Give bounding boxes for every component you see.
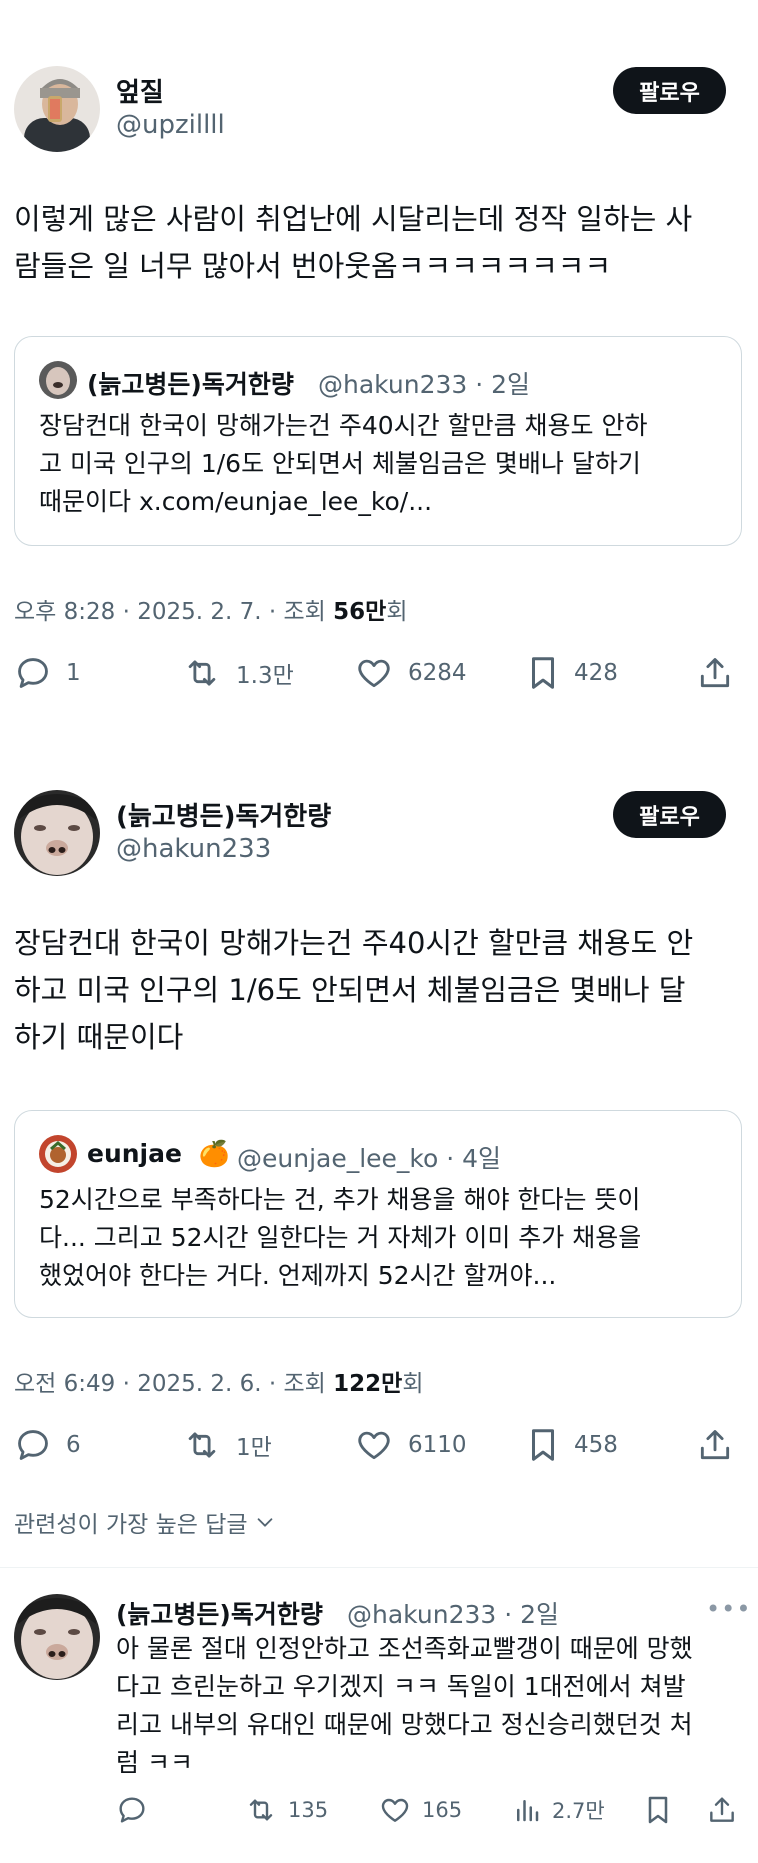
reply-button[interactable]: 1 (14, 654, 81, 692)
author-handle[interactable]: @upzillll (116, 110, 225, 140)
retweet-button[interactable]: 1만 (182, 1426, 272, 1464)
retweet-button[interactable]: 1.3만 (182, 654, 294, 692)
bookmark-icon (648, 1796, 668, 1824)
quote-author-handle: @eunjae_lee_ko · 4일 (237, 1144, 502, 1173)
reply-icon (119, 1797, 145, 1823)
quote-author-name: (늙고병든)독거한량 (87, 370, 294, 399)
quote-text: 장담컨대 한국이 망해가는건 주40시간 할만큼 채용도 안하 고 미국 인구의… (39, 411, 648, 516)
share-button[interactable] (696, 654, 734, 692)
quote-text: 52시간으로 부족하다는 건, 추가 채용을 해야 한다는 뜻이 다... 그리… (39, 1185, 642, 1290)
quote-avatar (39, 361, 77, 399)
timestamp: 오전 6:49 · 2025. 2. 6. · 조회 (14, 1371, 334, 1397)
bookmark-icon (531, 1429, 555, 1461)
quote-name-text: eunjae (87, 1139, 182, 1168)
tweet-text: 이렇게 많은 사람이 취업난에 시달리는데 정작 일하는 사 람들은 일 너무 … (14, 202, 693, 283)
reply-icon (18, 658, 48, 688)
heart-icon (358, 659, 390, 688)
heart-icon (381, 1798, 409, 1822)
retweet-icon (188, 1432, 216, 1458)
view-suffix: 회 (386, 599, 408, 625)
views-button[interactable]: 2.7만 (512, 1794, 605, 1826)
share-button[interactable] (696, 1426, 734, 1464)
bookmark-count: 458 (574, 1432, 618, 1458)
reply-avatar[interactable] (14, 1594, 100, 1680)
more-options-icon[interactable]: ••• (706, 1595, 751, 1623)
replies-sort-label: 관련성이 가장 높은 답글 (14, 1512, 248, 1538)
quoted-tweet[interactable]: eunjae 🍊 @eunjae_lee_ko · 4일 52시간으로 부족하다… (14, 1110, 742, 1318)
heart-icon (358, 1431, 390, 1460)
share-icon (710, 1797, 734, 1822)
avatar-image (14, 790, 100, 876)
avatar-image (39, 1135, 77, 1173)
retweet-count: 135 (288, 1798, 329, 1822)
avatar-image (14, 1594, 100, 1680)
follow-button[interactable]: 팔로우 (613, 67, 726, 114)
bookmark-button[interactable] (644, 1794, 672, 1826)
avatar-hakun233[interactable] (14, 790, 100, 876)
retweet-count: 1.3만 (236, 663, 294, 689)
view-count: 56만 (333, 599, 387, 625)
like-count: 165 (422, 1798, 463, 1822)
like-count: 6284 (408, 660, 467, 686)
tweet-meta: 오후 8:28 · 2025. 2. 7. · 조회 56만회 (14, 592, 407, 626)
quote-author-handle: @hakun233 · 2일 (318, 370, 531, 399)
like-button[interactable]: 6284 (354, 654, 467, 692)
view-count: 122만 (333, 1371, 403, 1397)
reply-author-name[interactable]: (늙고병든)독거한량 (116, 1595, 323, 1631)
share-icon (700, 1430, 730, 1460)
reply-icon (18, 1430, 48, 1460)
follow-button[interactable]: 팔로우 (613, 791, 726, 838)
bookmark-count: 428 (574, 660, 618, 686)
retweet-icon (188, 660, 216, 686)
author-handle[interactable]: @hakun233 (116, 834, 271, 864)
timestamp: 오후 8:28 · 2025. 2. 7. · 조회 (14, 599, 334, 625)
bookmark-icon (531, 657, 555, 689)
author-name[interactable]: 엎질 (116, 72, 164, 109)
author-name[interactable]: (늙고병든)독거한량 (116, 796, 331, 833)
retweet-button[interactable]: 135 (244, 1794, 328, 1826)
reply-count: 6 (66, 1432, 81, 1458)
quoted-tweet[interactable]: (늙고병든)독거한량 @hakun233 · 2일 장담컨대 한국이 망해가는건… (14, 336, 742, 546)
like-count: 6110 (408, 1432, 467, 1458)
share-icon (700, 658, 730, 688)
share-button[interactable] (706, 1794, 738, 1826)
view-suffix: 회 (402, 1371, 424, 1397)
orange-emoji-icon: 🍊 (198, 1139, 230, 1168)
avatar-upzillll[interactable] (14, 66, 100, 152)
reply-button[interactable]: 6 (14, 1426, 81, 1464)
replies-sort-dropdown[interactable]: 관련성이 가장 높은 답글 (14, 1505, 276, 1539)
divider (0, 1567, 758, 1568)
reply-text: 아 물론 절대 인정안하고 조선족화교빨갱이 때문에 망했 다고 흐린눈하고 우… (116, 1634, 693, 1777)
tweet-meta: 오전 6:49 · 2025. 2. 6. · 조회 122만회 (14, 1364, 423, 1398)
quote-author-name: eunjae 🍊 (87, 1139, 230, 1169)
bookmark-button[interactable]: 428 (526, 654, 618, 692)
retweet-count: 1만 (236, 1435, 272, 1461)
reply-author-handle[interactable]: @hakun233 · 2일 (347, 1595, 559, 1631)
quote-avatar (39, 1135, 77, 1173)
reply-button[interactable] (116, 1794, 148, 1826)
like-button[interactable]: 165 (378, 1794, 462, 1826)
bookmark-button[interactable]: 458 (526, 1426, 618, 1464)
analytics-icon (517, 1800, 539, 1822)
retweet-icon (249, 1799, 273, 1821)
reply-count: 1 (66, 660, 81, 686)
tweet-text: 장담컨대 한국이 망해가는건 주40시간 할만큼 채용도 안 하고 미국 인구의… (14, 926, 694, 1054)
view-count: 2.7만 (552, 1799, 605, 1823)
chevron-down-icon (257, 1518, 272, 1527)
like-button[interactable]: 6110 (354, 1426, 467, 1464)
avatar-image (39, 361, 77, 399)
avatar-image (14, 66, 100, 152)
